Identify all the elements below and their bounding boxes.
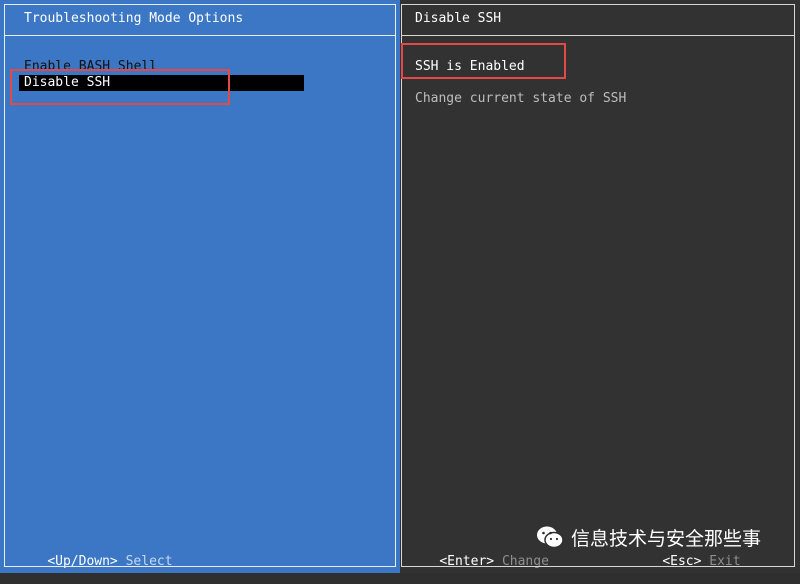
right-panel-border bbox=[401, 4, 795, 567]
right-header-divider bbox=[401, 35, 795, 36]
left-panel-border bbox=[4, 4, 396, 567]
left-header-divider bbox=[4, 35, 396, 36]
